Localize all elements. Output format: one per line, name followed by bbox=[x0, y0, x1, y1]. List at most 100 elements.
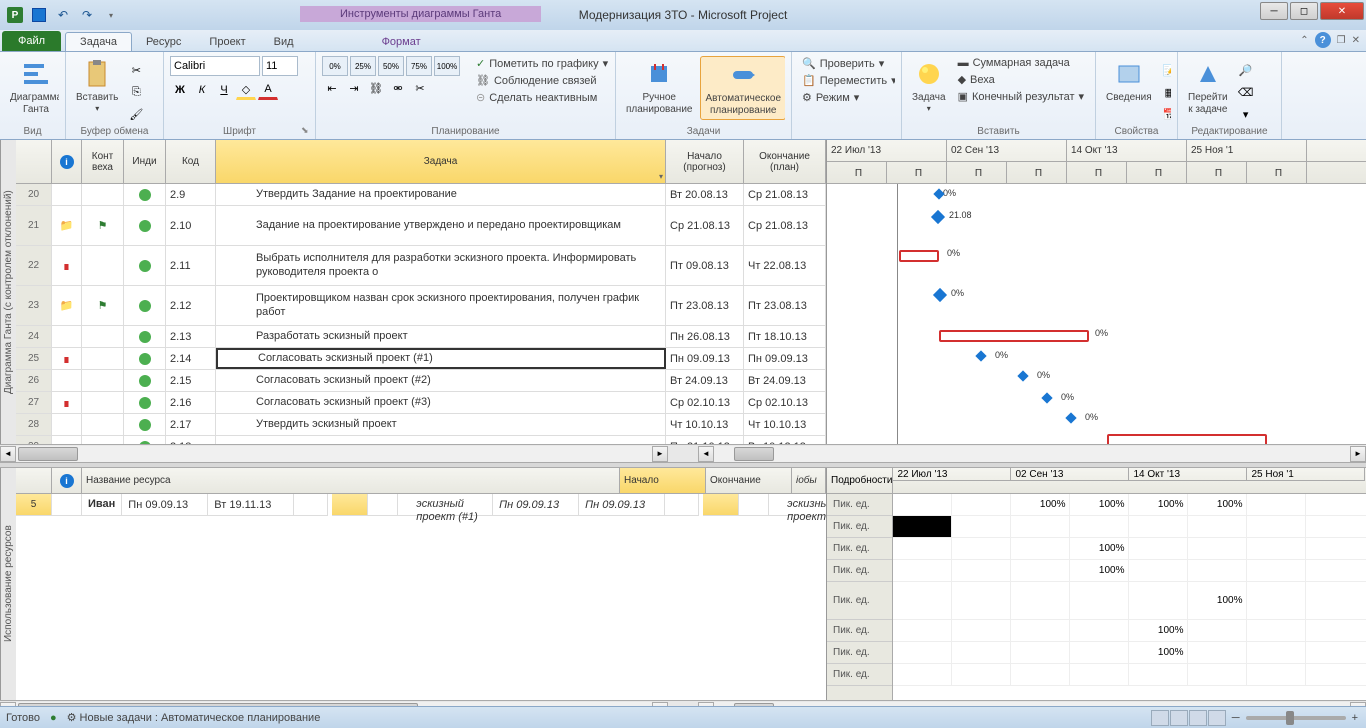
app-icon[interactable]: P bbox=[4, 4, 26, 26]
cut-button[interactable]: ✂ bbox=[126, 60, 146, 80]
bold-button[interactable]: Ж bbox=[170, 80, 190, 100]
link-button[interactable]: ⛓ bbox=[366, 78, 386, 98]
details-button[interactable]: ▦ bbox=[1160, 82, 1171, 102]
clear-button[interactable]: ⌫ bbox=[1236, 82, 1256, 102]
top-view-bar[interactable]: Диаграмма Ганта (с контролем отклонений) bbox=[0, 140, 16, 444]
pct-100-button[interactable]: 100% bbox=[434, 56, 460, 76]
underline-button[interactable]: Ч bbox=[214, 80, 234, 100]
font-size-input[interactable] bbox=[262, 56, 298, 76]
task-row[interactable]: 282.17Утвердить эскизный проектЧт 10.10.… bbox=[16, 414, 826, 436]
restore-window-icon[interactable]: ❐ bbox=[1337, 35, 1346, 46]
tab-resource[interactable]: Ресурс bbox=[132, 33, 195, 51]
gantt-chart-button[interactable]: Диаграмма Ганта bbox=[6, 56, 59, 118]
col-milestone[interactable]: Конт веха bbox=[82, 140, 124, 183]
manual-schedule-button[interactable]: Ручное планирование bbox=[622, 56, 696, 118]
tab-file[interactable]: Файл bbox=[2, 31, 61, 51]
information-button[interactable]: Сведения bbox=[1102, 56, 1156, 106]
split-button[interactable]: ✂ bbox=[410, 78, 430, 98]
undo-button[interactable]: ↶ bbox=[52, 4, 74, 26]
tab-task[interactable]: Задача bbox=[65, 32, 132, 51]
timeline-add-button[interactable]: 📅 bbox=[1160, 104, 1171, 124]
task-row[interactable]: 25∎2.14Согласовать эскизный проект (#1)П… bbox=[16, 348, 826, 370]
pct-50-button[interactable]: 50% bbox=[378, 56, 404, 76]
task-row[interactable]: 262.15Согласовать эскизный проект (#2)Вт… bbox=[16, 370, 826, 392]
close-button[interactable]: ✕ bbox=[1320, 2, 1364, 20]
format-painter-button[interactable]: 🖌 bbox=[126, 104, 146, 124]
tab-view[interactable]: Вид bbox=[260, 33, 308, 51]
inspect-button[interactable]: 🔍 Проверить ▾ bbox=[798, 56, 895, 71]
respect-links-button[interactable]: ⛓Соблюдение связей bbox=[472, 73, 609, 88]
copy-button[interactable]: ⎘ bbox=[126, 82, 146, 102]
font-dialog-launcher[interactable]: ⬊ bbox=[301, 125, 313, 137]
pct-0-button[interactable]: 0% bbox=[322, 56, 348, 76]
scroll-left-button[interactable]: ◄ bbox=[0, 446, 16, 462]
view-resource-button[interactable] bbox=[1208, 710, 1226, 726]
move-button[interactable]: 📋 Переместить ▾ bbox=[798, 73, 895, 88]
indent-button[interactable]: ⇥ bbox=[344, 78, 364, 98]
fill-color-button[interactable]: ◇ bbox=[236, 80, 256, 100]
close-workbook-icon[interactable]: ✕ bbox=[1352, 35, 1360, 46]
resource-row[interactable]: 5ИванПн 09.09.13Вт 19.11.13 bbox=[16, 494, 328, 516]
inactivate-button[interactable]: ⊝Сделать неактивным bbox=[472, 90, 609, 105]
view-team-button[interactable] bbox=[1189, 710, 1207, 726]
italic-button[interactable]: К bbox=[192, 80, 212, 100]
rcol-rownum[interactable] bbox=[16, 468, 52, 493]
help-icon[interactable]: ? bbox=[1315, 32, 1331, 48]
deliverable-button[interactable]: ▣ Конечный результат ▾ bbox=[954, 89, 1089, 104]
task-row[interactable]: 22∎2.11Выбрать исполнителя для разработк… bbox=[16, 246, 826, 286]
paste-button[interactable]: Вставить▾ bbox=[72, 56, 122, 116]
mark-on-track-button[interactable]: ✓Пометить по графику ▾ bbox=[472, 56, 609, 71]
task-row[interactable]: 27∎2.16Согласовать эскизный проект (#3)С… bbox=[16, 392, 826, 414]
milestone-button[interactable]: ◆ Веха bbox=[954, 72, 1089, 87]
pct-25-button[interactable]: 25% bbox=[350, 56, 376, 76]
task-row[interactable]: 242.13Разработать эскизный проектПн 26.0… bbox=[16, 326, 826, 348]
zoom-in-button[interactable]: + bbox=[1352, 712, 1358, 724]
task-row[interactable]: 21📁⚑2.10Задание на проектирование утверж… bbox=[16, 206, 826, 246]
outdent-button[interactable]: ⇤ bbox=[322, 78, 342, 98]
view-gantt-button[interactable] bbox=[1151, 710, 1169, 726]
rcol-name[interactable]: Название ресурса bbox=[82, 468, 620, 493]
view-usage-button[interactable] bbox=[1170, 710, 1188, 726]
minimize-button[interactable]: ─ bbox=[1260, 2, 1288, 20]
font-color-button[interactable]: A bbox=[258, 80, 278, 100]
zoom-out-button[interactable]: ─ bbox=[1232, 712, 1240, 724]
qat-customize[interactable]: ▾ bbox=[100, 4, 122, 26]
scroll-to-task-button[interactable]: Перейти к задаче bbox=[1184, 56, 1232, 118]
minimize-ribbon-icon[interactable]: ⌃ bbox=[1300, 35, 1308, 46]
gantt-scroll-left-button[interactable]: ◄ bbox=[698, 446, 714, 462]
col-code[interactable]: Код bbox=[166, 140, 216, 183]
mode-button[interactable]: ⚙ Режим ▾ bbox=[798, 90, 895, 105]
redo-button[interactable]: ↷ bbox=[76, 4, 98, 26]
summary-task-button[interactable]: ▬ Суммарная задача bbox=[954, 56, 1089, 70]
gantt-chart[interactable]: 22 Июл '1302 Сен '1314 Окт '1325 Ноя '1 … bbox=[826, 140, 1366, 444]
resource-grid-body[interactable]: 5ИванПн 09.09.13Вт 19.11.13Согласовать э… bbox=[16, 494, 826, 700]
rcol-work[interactable]: іобы bbox=[792, 468, 826, 493]
rcol-info[interactable]: i bbox=[52, 468, 82, 493]
task-row[interactable]: 23📁⚑2.12Проектировщиком назван срок эски… bbox=[16, 286, 826, 326]
maximize-button[interactable]: ◻ bbox=[1290, 2, 1318, 20]
col-start[interactable]: Начало (прогноз) bbox=[666, 140, 744, 183]
col-task[interactable]: Задача▾ bbox=[216, 140, 666, 183]
tab-project[interactable]: Проект bbox=[195, 33, 259, 51]
tab-format[interactable]: Формат bbox=[368, 33, 435, 51]
save-button[interactable] bbox=[28, 4, 50, 26]
notes-button[interactable]: 📝 bbox=[1160, 60, 1171, 80]
rcol-finish[interactable]: Окончание bbox=[706, 468, 792, 493]
pct-75-button[interactable]: 75% bbox=[406, 56, 432, 76]
find-button[interactable]: 🔎 bbox=[1236, 60, 1256, 80]
task-grid-body[interactable]: 202.9Утвердить Задание на проектирование… bbox=[16, 184, 826, 444]
zoom-slider[interactable] bbox=[1246, 716, 1346, 720]
rcol-start[interactable]: Начало bbox=[620, 468, 706, 493]
fill-button[interactable]: ▾ bbox=[1236, 104, 1256, 124]
col-info[interactable]: i bbox=[52, 140, 82, 183]
col-indicator[interactable]: Инди bbox=[124, 140, 166, 183]
task-row[interactable]: 29∎2.18Пн 21.10.13Вт 10.12.13 bbox=[16, 436, 826, 444]
resource-row[interactable]: Согласовать эскизный проект (#2)Вт 24.09… bbox=[703, 494, 826, 516]
detail-header[interactable]: Подробности bbox=[827, 468, 892, 494]
task-row[interactable]: 202.9Утвердить Задание на проектирование… bbox=[16, 184, 826, 206]
gantt-scroll-right-button[interactable]: ► bbox=[1350, 446, 1366, 462]
col-rownum[interactable] bbox=[16, 140, 52, 183]
top-hscroll[interactable]: ◄ ► ◄ ► bbox=[0, 444, 1366, 462]
resource-row[interactable]: Согласовать эскизный проект (#1)Пн 09.09… bbox=[332, 494, 699, 516]
gantt-body[interactable]: 0% 21.08 0% 0% 0% 0% 0% 0% 0% bbox=[827, 184, 1366, 444]
